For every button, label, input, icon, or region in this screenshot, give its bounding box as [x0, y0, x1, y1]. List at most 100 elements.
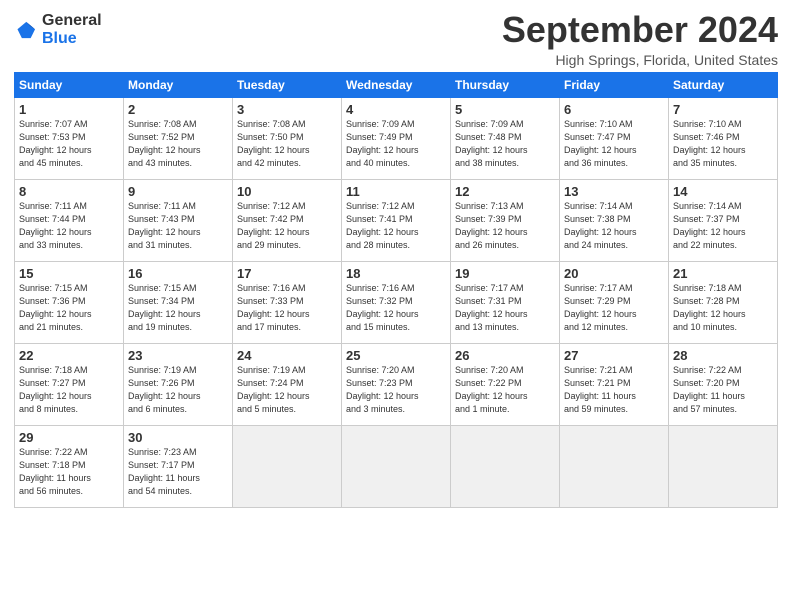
calendar-cell: 6Sunrise: 7:10 AM Sunset: 7:47 PM Daylig…	[560, 97, 669, 179]
day-info: Sunrise: 7:15 AM Sunset: 7:34 PM Dayligh…	[128, 282, 228, 334]
weekday-header-sunday: Sunday	[15, 72, 124, 97]
week-row-5: 29Sunrise: 7:22 AM Sunset: 7:18 PM Dayli…	[15, 425, 778, 507]
day-number: 13	[564, 184, 664, 199]
calendar-cell: 11Sunrise: 7:12 AM Sunset: 7:41 PM Dayli…	[342, 179, 451, 261]
calendar-cell: 14Sunrise: 7:14 AM Sunset: 7:37 PM Dayli…	[669, 179, 778, 261]
day-info: Sunrise: 7:07 AM Sunset: 7:53 PM Dayligh…	[19, 118, 119, 170]
week-row-2: 8Sunrise: 7:11 AM Sunset: 7:44 PM Daylig…	[15, 179, 778, 261]
day-number: 25	[346, 348, 446, 363]
day-number: 8	[19, 184, 119, 199]
day-info: Sunrise: 7:13 AM Sunset: 7:39 PM Dayligh…	[455, 200, 555, 252]
calendar-cell: 28Sunrise: 7:22 AM Sunset: 7:20 PM Dayli…	[669, 343, 778, 425]
calendar-cell: 12Sunrise: 7:13 AM Sunset: 7:39 PM Dayli…	[451, 179, 560, 261]
calendar-cell	[451, 425, 560, 507]
calendar-cell: 29Sunrise: 7:22 AM Sunset: 7:18 PM Dayli…	[15, 425, 124, 507]
calendar-cell: 8Sunrise: 7:11 AM Sunset: 7:44 PM Daylig…	[15, 179, 124, 261]
calendar-cell: 17Sunrise: 7:16 AM Sunset: 7:33 PM Dayli…	[233, 261, 342, 343]
calendar-cell: 4Sunrise: 7:09 AM Sunset: 7:49 PM Daylig…	[342, 97, 451, 179]
day-number: 24	[237, 348, 337, 363]
day-info: Sunrise: 7:18 AM Sunset: 7:27 PM Dayligh…	[19, 364, 119, 416]
calendar-cell: 1Sunrise: 7:07 AM Sunset: 7:53 PM Daylig…	[15, 97, 124, 179]
weekday-header-thursday: Thursday	[451, 72, 560, 97]
week-row-3: 15Sunrise: 7:15 AM Sunset: 7:36 PM Dayli…	[15, 261, 778, 343]
day-info: Sunrise: 7:19 AM Sunset: 7:24 PM Dayligh…	[237, 364, 337, 416]
day-info: Sunrise: 7:08 AM Sunset: 7:50 PM Dayligh…	[237, 118, 337, 170]
day-number: 17	[237, 266, 337, 281]
calendar-cell: 22Sunrise: 7:18 AM Sunset: 7:27 PM Dayli…	[15, 343, 124, 425]
day-info: Sunrise: 7:10 AM Sunset: 7:46 PM Dayligh…	[673, 118, 773, 170]
calendar-cell	[233, 425, 342, 507]
day-info: Sunrise: 7:15 AM Sunset: 7:36 PM Dayligh…	[19, 282, 119, 334]
calendar-cell: 19Sunrise: 7:17 AM Sunset: 7:31 PM Dayli…	[451, 261, 560, 343]
day-number: 5	[455, 102, 555, 117]
calendar-cell: 3Sunrise: 7:08 AM Sunset: 7:50 PM Daylig…	[233, 97, 342, 179]
calendar-cell: 30Sunrise: 7:23 AM Sunset: 7:17 PM Dayli…	[124, 425, 233, 507]
logo: General Blue	[14, 12, 102, 47]
week-row-4: 22Sunrise: 7:18 AM Sunset: 7:27 PM Dayli…	[15, 343, 778, 425]
day-info: Sunrise: 7:17 AM Sunset: 7:31 PM Dayligh…	[455, 282, 555, 334]
header: General Blue September 2024 High Springs…	[14, 10, 778, 68]
weekday-header-monday: Monday	[124, 72, 233, 97]
day-number: 26	[455, 348, 555, 363]
day-number: 1	[19, 102, 119, 117]
calendar-cell: 5Sunrise: 7:09 AM Sunset: 7:48 PM Daylig…	[451, 97, 560, 179]
calendar-cell: 21Sunrise: 7:18 AM Sunset: 7:28 PM Dayli…	[669, 261, 778, 343]
location: High Springs, Florida, United States	[502, 52, 778, 68]
day-number: 11	[346, 184, 446, 199]
calendar-cell: 16Sunrise: 7:15 AM Sunset: 7:34 PM Dayli…	[124, 261, 233, 343]
calendar-cell: 13Sunrise: 7:14 AM Sunset: 7:38 PM Dayli…	[560, 179, 669, 261]
day-number: 10	[237, 184, 337, 199]
day-info: Sunrise: 7:16 AM Sunset: 7:32 PM Dayligh…	[346, 282, 446, 334]
day-info: Sunrise: 7:14 AM Sunset: 7:38 PM Dayligh…	[564, 200, 664, 252]
day-number: 12	[455, 184, 555, 199]
day-number: 16	[128, 266, 228, 281]
logo-text-blue: Blue	[42, 30, 102, 48]
day-number: 29	[19, 430, 119, 445]
day-info: Sunrise: 7:09 AM Sunset: 7:48 PM Dayligh…	[455, 118, 555, 170]
day-info: Sunrise: 7:18 AM Sunset: 7:28 PM Dayligh…	[673, 282, 773, 334]
day-info: Sunrise: 7:17 AM Sunset: 7:29 PM Dayligh…	[564, 282, 664, 334]
weekday-header-friday: Friday	[560, 72, 669, 97]
main-container: General Blue September 2024 High Springs…	[0, 0, 792, 516]
calendar-cell: 18Sunrise: 7:16 AM Sunset: 7:32 PM Dayli…	[342, 261, 451, 343]
day-number: 22	[19, 348, 119, 363]
calendar-cell: 10Sunrise: 7:12 AM Sunset: 7:42 PM Dayli…	[233, 179, 342, 261]
day-info: Sunrise: 7:19 AM Sunset: 7:26 PM Dayligh…	[128, 364, 228, 416]
day-number: 27	[564, 348, 664, 363]
day-info: Sunrise: 7:10 AM Sunset: 7:47 PM Dayligh…	[564, 118, 664, 170]
day-number: 4	[346, 102, 446, 117]
weekday-header-wednesday: Wednesday	[342, 72, 451, 97]
title-block: September 2024 High Springs, Florida, Un…	[502, 10, 778, 68]
day-info: Sunrise: 7:09 AM Sunset: 7:49 PM Dayligh…	[346, 118, 446, 170]
calendar-cell	[342, 425, 451, 507]
day-number: 9	[128, 184, 228, 199]
calendar-cell: 15Sunrise: 7:15 AM Sunset: 7:36 PM Dayli…	[15, 261, 124, 343]
day-number: 2	[128, 102, 228, 117]
weekday-header-row: SundayMondayTuesdayWednesdayThursdayFrid…	[15, 72, 778, 97]
calendar-cell	[669, 425, 778, 507]
calendar-cell: 20Sunrise: 7:17 AM Sunset: 7:29 PM Dayli…	[560, 261, 669, 343]
weekday-header-saturday: Saturday	[669, 72, 778, 97]
day-info: Sunrise: 7:11 AM Sunset: 7:44 PM Dayligh…	[19, 200, 119, 252]
day-number: 30	[128, 430, 228, 445]
day-info: Sunrise: 7:20 AM Sunset: 7:22 PM Dayligh…	[455, 364, 555, 416]
month-title: September 2024	[502, 10, 778, 50]
day-info: Sunrise: 7:12 AM Sunset: 7:42 PM Dayligh…	[237, 200, 337, 252]
day-number: 19	[455, 266, 555, 281]
day-info: Sunrise: 7:20 AM Sunset: 7:23 PM Dayligh…	[346, 364, 446, 416]
day-number: 23	[128, 348, 228, 363]
day-info: Sunrise: 7:21 AM Sunset: 7:21 PM Dayligh…	[564, 364, 664, 416]
calendar-cell: 9Sunrise: 7:11 AM Sunset: 7:43 PM Daylig…	[124, 179, 233, 261]
calendar-cell: 25Sunrise: 7:20 AM Sunset: 7:23 PM Dayli…	[342, 343, 451, 425]
calendar-cell: 26Sunrise: 7:20 AM Sunset: 7:22 PM Dayli…	[451, 343, 560, 425]
day-number: 20	[564, 266, 664, 281]
day-info: Sunrise: 7:16 AM Sunset: 7:33 PM Dayligh…	[237, 282, 337, 334]
calendar-cell: 24Sunrise: 7:19 AM Sunset: 7:24 PM Dayli…	[233, 343, 342, 425]
day-number: 3	[237, 102, 337, 117]
day-info: Sunrise: 7:14 AM Sunset: 7:37 PM Dayligh…	[673, 200, 773, 252]
day-info: Sunrise: 7:23 AM Sunset: 7:17 PM Dayligh…	[128, 446, 228, 498]
day-number: 28	[673, 348, 773, 363]
day-number: 18	[346, 266, 446, 281]
calendar-cell	[560, 425, 669, 507]
logo-text-general: General	[42, 12, 102, 30]
